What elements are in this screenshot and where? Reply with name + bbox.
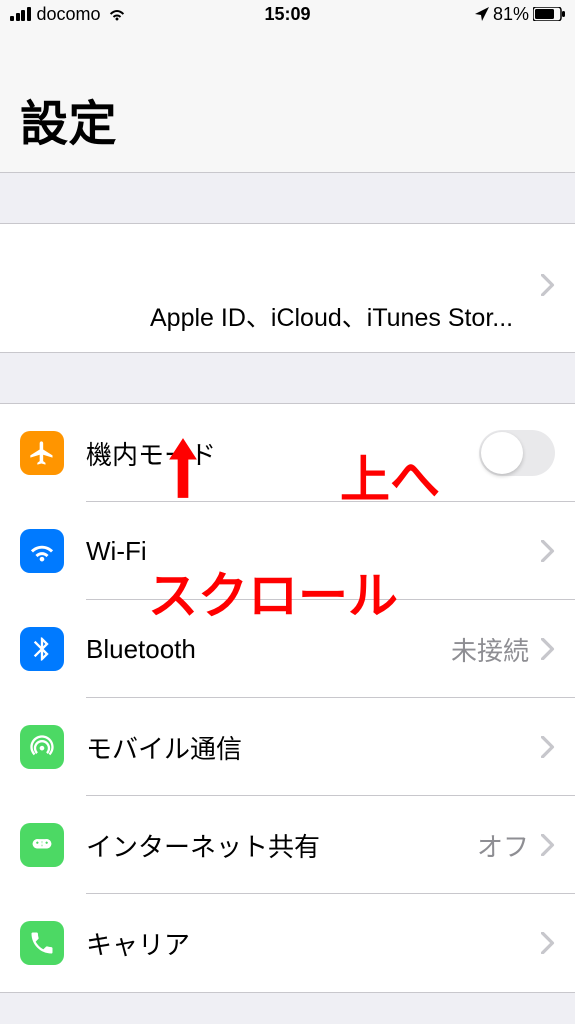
hotspot-icon <box>20 823 64 867</box>
bluetooth-icon <box>20 627 64 671</box>
bluetooth-detail: 未接続 <box>451 631 529 668</box>
wifi-icon <box>107 7 127 21</box>
apple-id-row[interactable]: Apple ID、iCloud、iTunes Stor... <box>0 224 575 352</box>
status-time: 15:09 <box>264 4 310 25</box>
chevron-right-icon <box>541 638 555 660</box>
status-left: docomo <box>10 4 127 25</box>
chevron-right-icon <box>541 932 555 954</box>
chevron-right-icon <box>541 540 555 562</box>
battery-percent: 81% <box>493 4 529 25</box>
airplane-toggle[interactable] <box>479 430 555 476</box>
airplane-label: 機内モード <box>86 435 479 472</box>
hotspot-detail: オフ <box>477 827 529 864</box>
row-hotspot[interactable]: インターネット共有 オフ <box>0 796 575 894</box>
page-title: 設定 <box>20 84 555 154</box>
bluetooth-label: Bluetooth <box>86 634 451 665</box>
row-airplane-mode[interactable]: 機内モード <box>0 404 575 502</box>
cellular-label: モバイル通信 <box>86 729 541 766</box>
airplane-icon <box>20 431 64 475</box>
page-header: 設定 <box>0 28 575 173</box>
carrier-icon <box>20 921 64 965</box>
status-bar: docomo 15:09 81% <box>0 0 575 28</box>
hotspot-label: インターネット共有 <box>86 827 477 864</box>
apple-id-group: Apple ID、iCloud、iTunes Stor... <box>0 223 575 353</box>
chevron-right-icon <box>541 736 555 758</box>
signal-icon <box>10 7 31 21</box>
chevron-right-icon <box>541 834 555 856</box>
row-wifi[interactable]: Wi-Fi <box>0 502 575 600</box>
cellular-icon <box>20 725 64 769</box>
wifi-app-icon <box>20 529 64 573</box>
battery-icon <box>533 7 565 21</box>
group-spacer <box>0 173 575 223</box>
carrier-label: docomo <box>37 4 101 25</box>
row-carrier[interactable]: キャリア <box>0 894 575 992</box>
row-cellular[interactable]: モバイル通信 <box>0 698 575 796</box>
settings-group: 機内モード Wi-Fi Bluetooth 未接続 モバイル通信 <box>0 403 575 993</box>
row-bluetooth[interactable]: Bluetooth 未接続 <box>0 600 575 698</box>
status-right: 81% <box>475 4 565 25</box>
carrier-label: キャリア <box>86 925 541 962</box>
wifi-label: Wi-Fi <box>86 536 541 567</box>
location-icon <box>475 7 489 21</box>
group-spacer <box>0 353 575 403</box>
chevron-right-icon <box>541 274 555 296</box>
apple-id-label: Apple ID、iCloud、iTunes Stor... <box>150 298 555 334</box>
